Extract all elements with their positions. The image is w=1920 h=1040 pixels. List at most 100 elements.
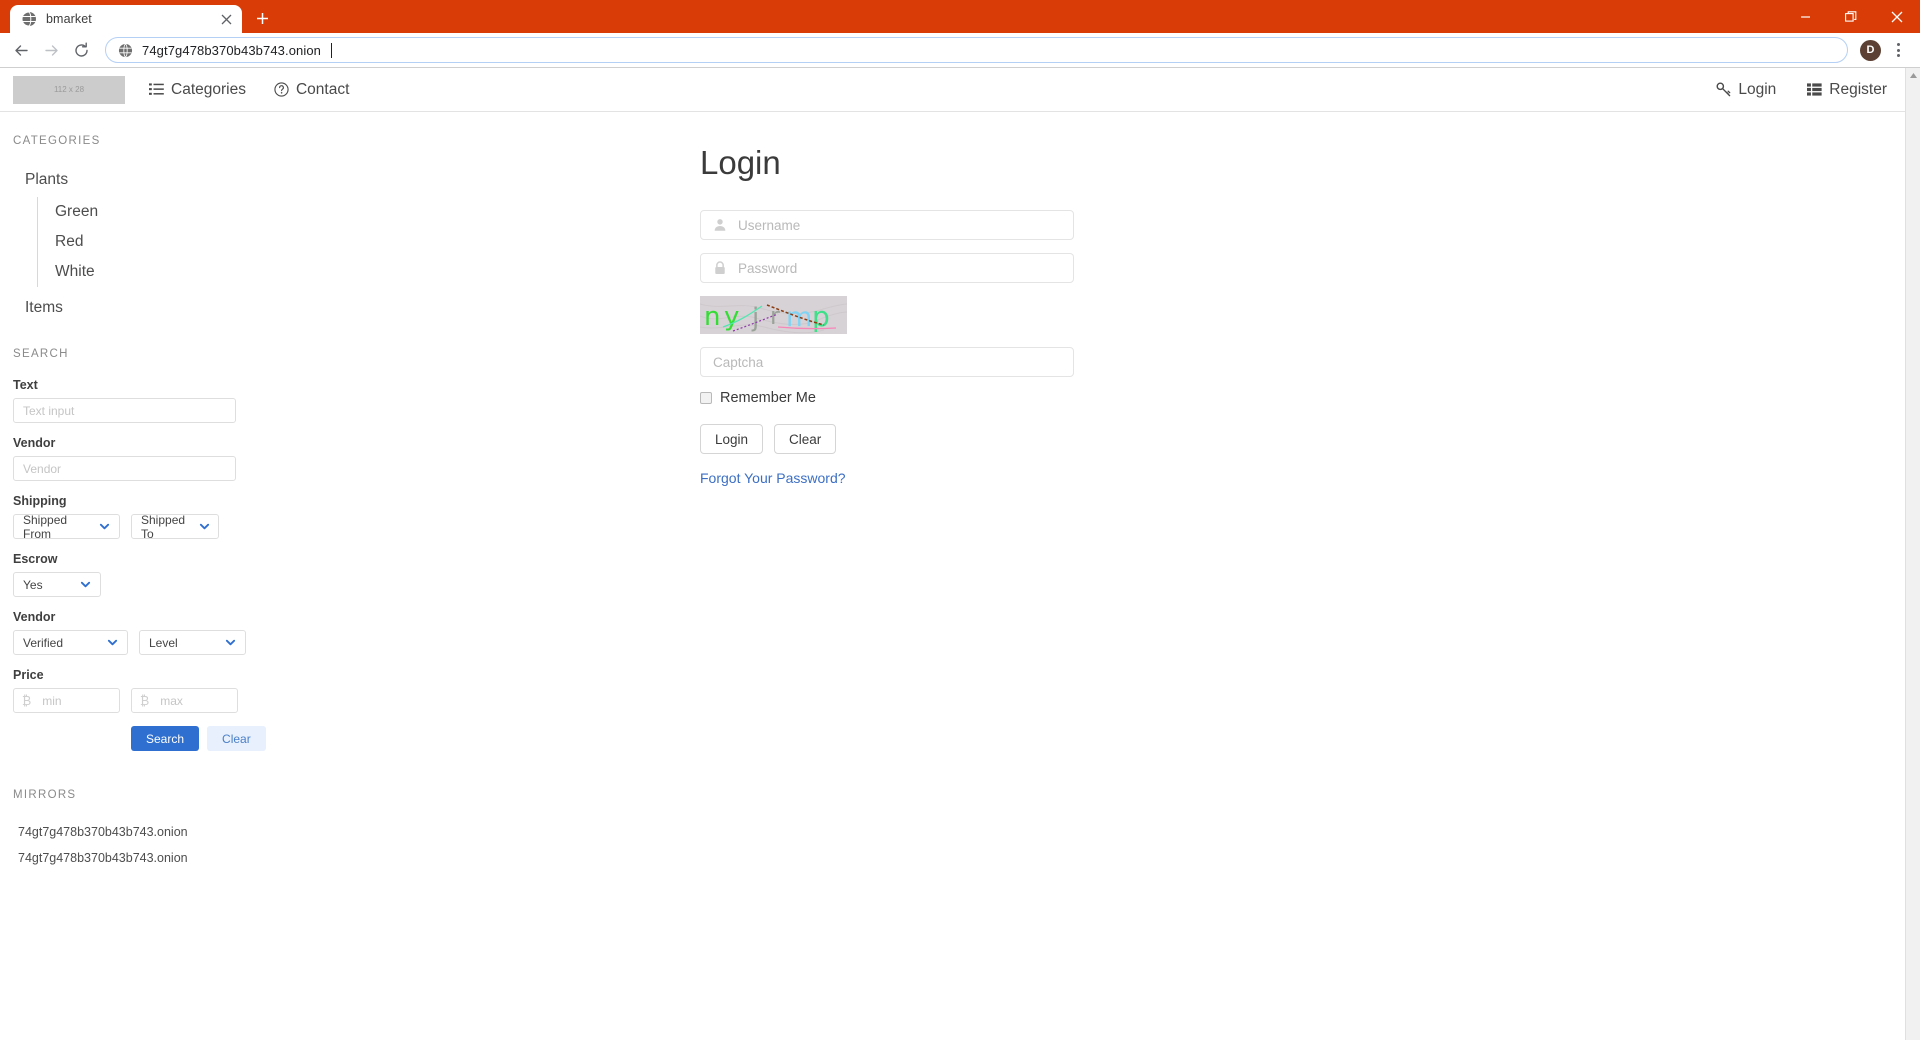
remember-me-checkbox[interactable] bbox=[700, 392, 712, 404]
mirrors-heading: MIRRORS bbox=[13, 789, 77, 801]
text-caret bbox=[331, 42, 333, 58]
mirror-link[interactable]: 74gt7g478b370b43b743.onion bbox=[13, 819, 700, 845]
price-min-placeholder: min bbox=[42, 693, 62, 708]
close-icon[interactable] bbox=[218, 11, 234, 27]
user-icon bbox=[714, 219, 726, 231]
arrow-left-icon[interactable] bbox=[7, 36, 35, 64]
level-select[interactable]: Level bbox=[139, 630, 246, 655]
list-icon bbox=[149, 83, 164, 95]
lock-icon bbox=[715, 261, 725, 275]
address-bar[interactable]: 74gt7g478b370b43b743.onion bbox=[105, 37, 1848, 63]
shipping-row: Shipped From Shipped To bbox=[13, 512, 700, 541]
nav-item-categories-label: Categories bbox=[171, 80, 246, 98]
page-content: 112 x 28 Categories Contact Login Regist… bbox=[0, 68, 1905, 1040]
chevron-down-icon bbox=[99, 523, 110, 530]
new-tab-button[interactable] bbox=[248, 4, 276, 32]
clear-search-button[interactable]: Clear bbox=[207, 726, 266, 751]
browser-titlebar: bmarket bbox=[0, 0, 1920, 33]
sidebar-item-green[interactable]: Green bbox=[38, 197, 700, 227]
scrollbar-thumb[interactable] bbox=[1907, 83, 1920, 603]
restore-icon[interactable] bbox=[1828, 0, 1874, 33]
minimize-icon[interactable] bbox=[1782, 0, 1828, 33]
globe-icon bbox=[21, 11, 36, 27]
site-logo[interactable]: 112 x 28 bbox=[13, 75, 125, 104]
nav-item-login-label: Login bbox=[1738, 80, 1777, 98]
escrow-select[interactable]: Yes bbox=[13, 572, 101, 597]
sidebar-item-plants[interactable]: Plants bbox=[13, 165, 700, 195]
categories-heading: CATEGORIES bbox=[13, 135, 101, 147]
shipped-from-value: Shipped From bbox=[23, 512, 68, 541]
escrow-value: Yes bbox=[23, 577, 43, 592]
level-value: Level bbox=[149, 635, 178, 650]
svg-text:y: y bbox=[724, 302, 739, 332]
login-buttons: Login Clear bbox=[700, 424, 1905, 454]
svg-text:n: n bbox=[704, 302, 720, 332]
site-navbar: 112 x 28 Categories Contact Login Regist… bbox=[0, 68, 1905, 112]
price-max-input[interactable]: ₿ max bbox=[131, 688, 238, 713]
captcha-field[interactable]: Captcha bbox=[700, 347, 1074, 377]
plants-subcategories: Green Red White bbox=[37, 197, 700, 287]
sidebar-item-items[interactable]: Items bbox=[13, 293, 700, 323]
close-icon[interactable] bbox=[1874, 0, 1920, 33]
username-field[interactable]: Username bbox=[700, 210, 1074, 240]
question-circle-icon bbox=[274, 82, 289, 97]
password-placeholder: Password bbox=[738, 260, 798, 276]
tab-title: bmarket bbox=[46, 12, 92, 26]
bitcoin-icon: ₿ bbox=[140, 693, 150, 708]
chevron-down-icon bbox=[80, 581, 91, 588]
login-clear-button[interactable]: Clear bbox=[774, 424, 837, 454]
sidebar-item-red[interactable]: Red bbox=[38, 227, 700, 257]
login-submit-button[interactable]: Login bbox=[700, 424, 764, 454]
chevron-down-icon bbox=[225, 639, 236, 646]
remember-me-row[interactable]: Remember Me bbox=[700, 390, 1905, 406]
scroll-up-arrow-icon[interactable] bbox=[1906, 68, 1920, 83]
sidebar: CATEGORIES Plants Green Red White Items … bbox=[0, 112, 700, 871]
price-field-label: Price bbox=[13, 668, 44, 682]
remember-me-label: Remember Me bbox=[720, 390, 816, 406]
arrow-right-icon bbox=[37, 36, 65, 64]
verified-select[interactable]: Verified bbox=[13, 630, 128, 655]
table-list-icon bbox=[1807, 83, 1822, 96]
price-min-input[interactable]: ₿ min bbox=[13, 688, 120, 713]
password-field[interactable]: Password bbox=[700, 253, 1074, 283]
price-row: ₿ min ₿ max bbox=[13, 688, 700, 713]
nav-item-contact-label: Contact bbox=[295, 80, 350, 98]
escrow-row: Yes bbox=[13, 572, 700, 597]
nav-item-contact[interactable]: Contact bbox=[274, 81, 349, 99]
mirrors-panel: MIRRORS 74gt7g478b370b43b743.onion 74gt7… bbox=[13, 789, 700, 871]
sidebar-item-white[interactable]: White bbox=[38, 257, 700, 287]
text-field-label: Text bbox=[13, 378, 38, 392]
nav-item-login[interactable]: Login bbox=[1716, 81, 1776, 99]
search-text-input[interactable]: Text input bbox=[13, 398, 236, 423]
profile-avatar[interactable]: D bbox=[1860, 39, 1881, 61]
login-panel: Login Username Password n y j r m p Capt… bbox=[700, 112, 1905, 871]
address-bar-text: 74gt7g478b370b43b743.onion bbox=[142, 42, 322, 58]
search-buttons: Search Clear bbox=[131, 726, 700, 751]
window-controls bbox=[1782, 0, 1920, 33]
reload-icon[interactable] bbox=[67, 36, 95, 64]
page-viewport: 112 x 28 Categories Contact Login Regist… bbox=[0, 68, 1920, 1040]
tab-strip: bmarket bbox=[0, 0, 276, 33]
search-button[interactable]: Search bbox=[131, 726, 200, 751]
captcha-placeholder: Captcha bbox=[713, 354, 764, 370]
vendor-field-label: Vendor bbox=[13, 436, 56, 450]
navbar-right: Login Register bbox=[1685, 81, 1887, 99]
browser-toolbar: 74gt7g478b370b43b743.onion D bbox=[0, 33, 1920, 68]
shipped-from-select[interactable]: Shipped From bbox=[13, 512, 120, 541]
nav-item-register[interactable]: Register bbox=[1807, 81, 1887, 99]
vendor-filter-label: Vendor bbox=[13, 610, 56, 624]
captcha-image: n y j r m p bbox=[700, 296, 847, 334]
forgot-password-link[interactable]: Forgot Your Password? bbox=[700, 470, 846, 486]
search-vendor-input[interactable]: Vendor bbox=[13, 456, 236, 481]
browser-tab[interactable]: bmarket bbox=[10, 5, 242, 33]
chevron-down-icon bbox=[107, 639, 118, 646]
key-icon bbox=[1716, 82, 1731, 97]
mirror-link[interactable]: 74gt7g478b370b43b743.onion bbox=[13, 845, 700, 871]
page-title: Login bbox=[700, 144, 781, 181]
three-dots-icon[interactable] bbox=[1886, 36, 1910, 64]
nav-item-categories[interactable]: Categories bbox=[149, 81, 246, 99]
shipped-to-value: Shipped To bbox=[141, 512, 186, 541]
svg-text:j: j bbox=[751, 303, 759, 333]
shipped-to-select[interactable]: Shipped To bbox=[131, 512, 219, 541]
page-scrollbar[interactable] bbox=[1905, 68, 1920, 1040]
